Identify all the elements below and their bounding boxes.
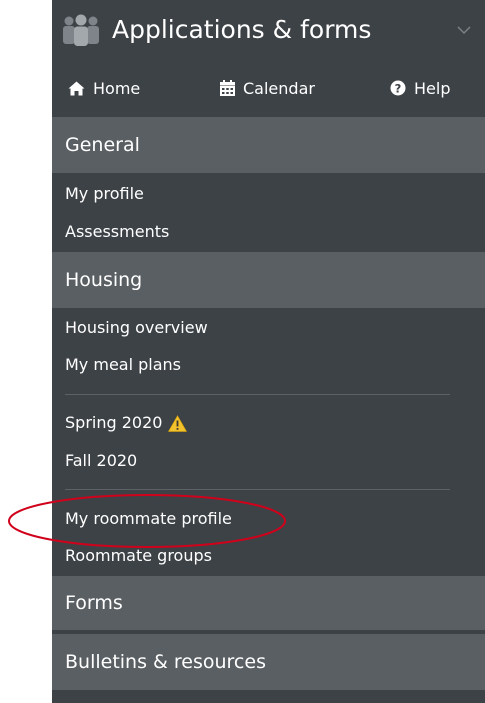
home-icon [68, 81, 85, 95]
home-link-label: Home [93, 78, 141, 98]
section-general[interactable]: General [52, 117, 485, 173]
screenshot-canvas: Applications & forms Home Calendar ? Hel… [0, 0, 485, 703]
nav-item-housing-overview[interactable]: Housing overview [65, 317, 208, 339]
nav-item-roommate-groups[interactable]: Roommate groups [65, 545, 212, 567]
chevron-down-icon[interactable] [457, 25, 471, 35]
nav-item-assessments[interactable]: Assessments [65, 221, 169, 243]
help-link[interactable]: ? Help [390, 62, 450, 114]
divider [65, 489, 450, 490]
calendar-link[interactable]: Calendar [220, 62, 315, 114]
section-bulletins-title: Bulletins & resources [65, 651, 266, 673]
section-housing-title: Housing [65, 269, 143, 291]
app-header[interactable]: Applications & forms [52, 0, 485, 62]
calendar-icon [220, 80, 235, 96]
nav-item-spring-2020[interactable]: Spring 2020 [65, 412, 188, 434]
nav-item-meal-plans[interactable]: My meal plans [65, 354, 181, 376]
nav-item-roommate-profile[interactable]: My roommate profile [65, 508, 232, 530]
quick-links-bar: Home Calendar ? Help [52, 62, 485, 114]
nav-item-my-profile[interactable]: My profile [65, 183, 144, 205]
calendar-link-label: Calendar [243, 78, 315, 98]
section-general-title: General [65, 134, 140, 156]
nav-item-spring-2020-label: Spring 2020 [65, 413, 163, 432]
people-icon [63, 14, 99, 46]
home-link[interactable]: Home [68, 62, 140, 114]
section-housing[interactable]: Housing [52, 252, 485, 308]
help-icon: ? [390, 80, 406, 96]
help-link-label: Help [414, 78, 451, 98]
divider [65, 394, 450, 395]
app-title: Applications & forms [112, 15, 372, 44]
section-forms[interactable]: Forms [52, 576, 485, 632]
navigation-panel: Applications & forms Home Calendar ? Hel… [52, 0, 485, 703]
svg-text:?: ? [395, 81, 402, 95]
section-bulletins[interactable]: Bulletins & resources [52, 634, 485, 690]
warning-icon [168, 414, 188, 432]
nav-item-fall-2020[interactable]: Fall 2020 [65, 450, 137, 472]
section-forms-title: Forms [65, 592, 123, 614]
